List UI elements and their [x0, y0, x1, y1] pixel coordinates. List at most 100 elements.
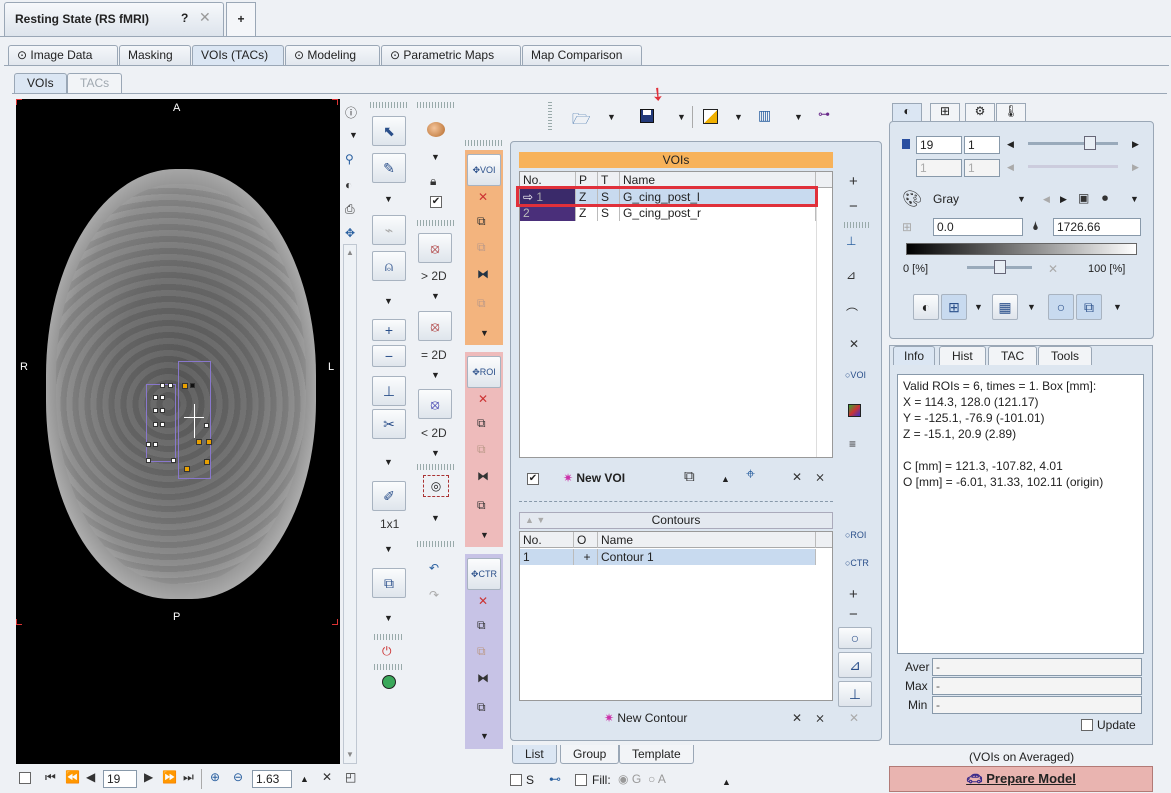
update-checkbox[interactable]: [1081, 719, 1093, 731]
previous-icon[interactable]: ◀: [1007, 139, 1014, 150]
voi-tree-icon[interactable]: ⊥: [846, 234, 856, 248]
chevron-down-icon[interactable]: ▼: [974, 302, 983, 312]
fill-g-radio[interactable]: ◉ G: [618, 772, 641, 786]
ctr-icon[interactable]: ○CTR: [845, 558, 869, 568]
scroll-down-icon[interactable]: ▼: [344, 750, 356, 759]
voi-shape-icon[interactable]: ⊿: [846, 268, 856, 282]
ellipse-region-icon[interactable]: ◎: [423, 475, 449, 497]
subtab-vois[interactable]: VOIs: [14, 73, 67, 93]
min-input[interactable]: 0.0: [933, 218, 1023, 236]
split-icon[interactable]: ✂: [372, 409, 406, 439]
frame-input[interactable]: 19: [103, 770, 137, 788]
tab-tools[interactable]: ⚙: [965, 103, 995, 121]
chevron-down-icon[interactable]: ▼: [431, 291, 440, 301]
add-voi-button[interactable]: +: [849, 173, 858, 190]
column-header[interactable]: Name: [598, 532, 816, 548]
frame-slider[interactable]: [1028, 165, 1118, 168]
plane-slider[interactable]: [1028, 142, 1118, 145]
ctr-move-icon[interactable]: ✥CTR: [467, 558, 501, 590]
control-point[interactable]: [153, 442, 158, 447]
control-point[interactable]: [160, 383, 165, 388]
palette-icon[interactable]: 🎨︎: [902, 189, 922, 209]
chevron-up-icon[interactable]: ▲ ▼: [525, 513, 545, 528]
splitter[interactable]: [519, 501, 833, 502]
chevron-down-icon[interactable]: ▼: [431, 152, 440, 162]
tab-display[interactable]: ◐: [892, 103, 922, 121]
control-point[interactable]: [146, 458, 151, 463]
frame-input-2[interactable]: 1: [964, 159, 1000, 177]
fill-checkbox[interactable]: [575, 774, 587, 786]
zoom-out-icon[interactable]: ⊖: [233, 770, 243, 784]
previous-icon[interactable]: ◀: [86, 770, 95, 784]
chevron-down-icon[interactable]: ▼: [794, 112, 803, 122]
viewer-scrollbar[interactable]: [343, 244, 357, 764]
tab-tools-info[interactable]: Tools: [1038, 346, 1093, 365]
chevron-down-icon[interactable]: ▼: [431, 370, 440, 380]
roi-move-icon[interactable]: ✥ROI: [467, 356, 501, 388]
camera-icon[interactable]: ⏺: [1102, 191, 1108, 206]
voi-visible-checkbox[interactable]: ✔: [527, 473, 539, 485]
close-icon[interactable]: ✕: [1048, 262, 1058, 276]
chevron-down-icon[interactable]: ▼: [431, 513, 440, 523]
power-icon[interactable]: ⏻: [382, 644, 392, 659]
control-point-selected[interactable]: [196, 439, 202, 445]
paste-roi-icon[interactable]: ⧉: [477, 442, 486, 457]
copy-lt-2d-icon[interactable]: ⦻: [418, 389, 452, 419]
voi-icon[interactable]: ○VOI: [845, 370, 866, 380]
chevron-up-icon[interactable]: ▲: [722, 777, 731, 787]
control-point[interactable]: [168, 383, 173, 388]
network-icon[interactable]: ⊶: [818, 107, 830, 121]
plane-slider-thumb[interactable]: [1084, 136, 1096, 150]
color-palette-icon[interactable]: [848, 404, 861, 417]
voi-move-icon[interactable]: ✥VOI: [467, 154, 501, 186]
fast-forward-icon[interactable]: ⏩: [162, 770, 177, 784]
chevron-down-icon[interactable]: ▼: [607, 112, 616, 122]
next-icon[interactable]: ▶: [1060, 194, 1067, 205]
checker-icon[interactable]: ▣: [1078, 191, 1089, 205]
control-point-selected[interactable]: [204, 459, 210, 465]
vois-table[interactable]: No. P T Name ⇨ 1 Z S G_cing_post_l 2 Z S…: [519, 171, 833, 458]
delete-icon[interactable]: ✕: [792, 470, 802, 484]
column-header[interactable]: No.: [520, 532, 574, 548]
tab-template[interactable]: Template: [619, 745, 694, 764]
cube-icon[interactable]: ⧉: [372, 568, 406, 598]
control-point[interactable]: [153, 395, 158, 400]
add-ctr-icon[interactable]: ⧉: [477, 700, 486, 715]
grid-mode-icon[interactable]: ⊞: [941, 294, 967, 320]
control-point[interactable]: [153, 408, 158, 413]
tab-map-comparison[interactable]: Map Comparison: [522, 45, 642, 65]
duplicate-icon[interactable]: ⧉: [684, 468, 695, 485]
image-viewer[interactable]: A P R L: [16, 99, 340, 764]
copy-voi-icon[interactable]: ⧉: [477, 214, 486, 229]
print-icon[interactable]: ⎙: [345, 202, 355, 217]
table-row[interactable]: 2 Z S G_cing_post_r: [520, 205, 816, 221]
tree-shape-icon[interactable]: ⊥: [838, 681, 872, 707]
tab-list[interactable]: List: [512, 745, 557, 764]
control-point[interactable]: [190, 383, 195, 388]
tab-layout[interactable]: ⊞: [930, 103, 960, 121]
display-mode-icon[interactable]: ◐: [913, 294, 939, 320]
delete-all-icon[interactable]: ⨯: [815, 711, 825, 725]
control-point[interactable]: [160, 395, 165, 400]
crosshair-icon[interactable]: ⊷: [549, 772, 561, 786]
threshold-slider-thumb[interactable]: [994, 260, 1006, 274]
previous-icon[interactable]: ◀: [1007, 162, 1014, 173]
voi-curve-icon[interactable]: ⌒: [846, 305, 858, 322]
tab-masking[interactable]: Masking: [119, 45, 191, 65]
control-point[interactable]: [160, 422, 165, 427]
table-scrollbar[interactable]: [816, 189, 832, 457]
zoom-plus-button[interactable]: +: [372, 319, 406, 341]
fusion-icon[interactable]: ⧉: [1076, 294, 1102, 320]
contours-table[interactable]: No. O Name 1 + Contour 1: [519, 531, 833, 701]
redo-icon[interactable]: ↷: [429, 588, 439, 602]
edit-tool-icon[interactable]: ✎: [372, 153, 406, 183]
control-point[interactable]: [204, 423, 209, 428]
tree-icon[interactable]: ⚲: [345, 152, 354, 166]
frame-count-input[interactable]: 1: [964, 136, 1000, 154]
fill-a-radio[interactable]: ○ A: [648, 772, 666, 786]
close-icon[interactable]: ✕: [199, 9, 211, 26]
chevron-down-icon[interactable]: ▼: [480, 731, 489, 741]
tab-tac[interactable]: TAC: [988, 346, 1038, 365]
chevron-down-icon[interactable]: ▼: [384, 457, 393, 467]
control-point[interactable]: [146, 442, 151, 447]
